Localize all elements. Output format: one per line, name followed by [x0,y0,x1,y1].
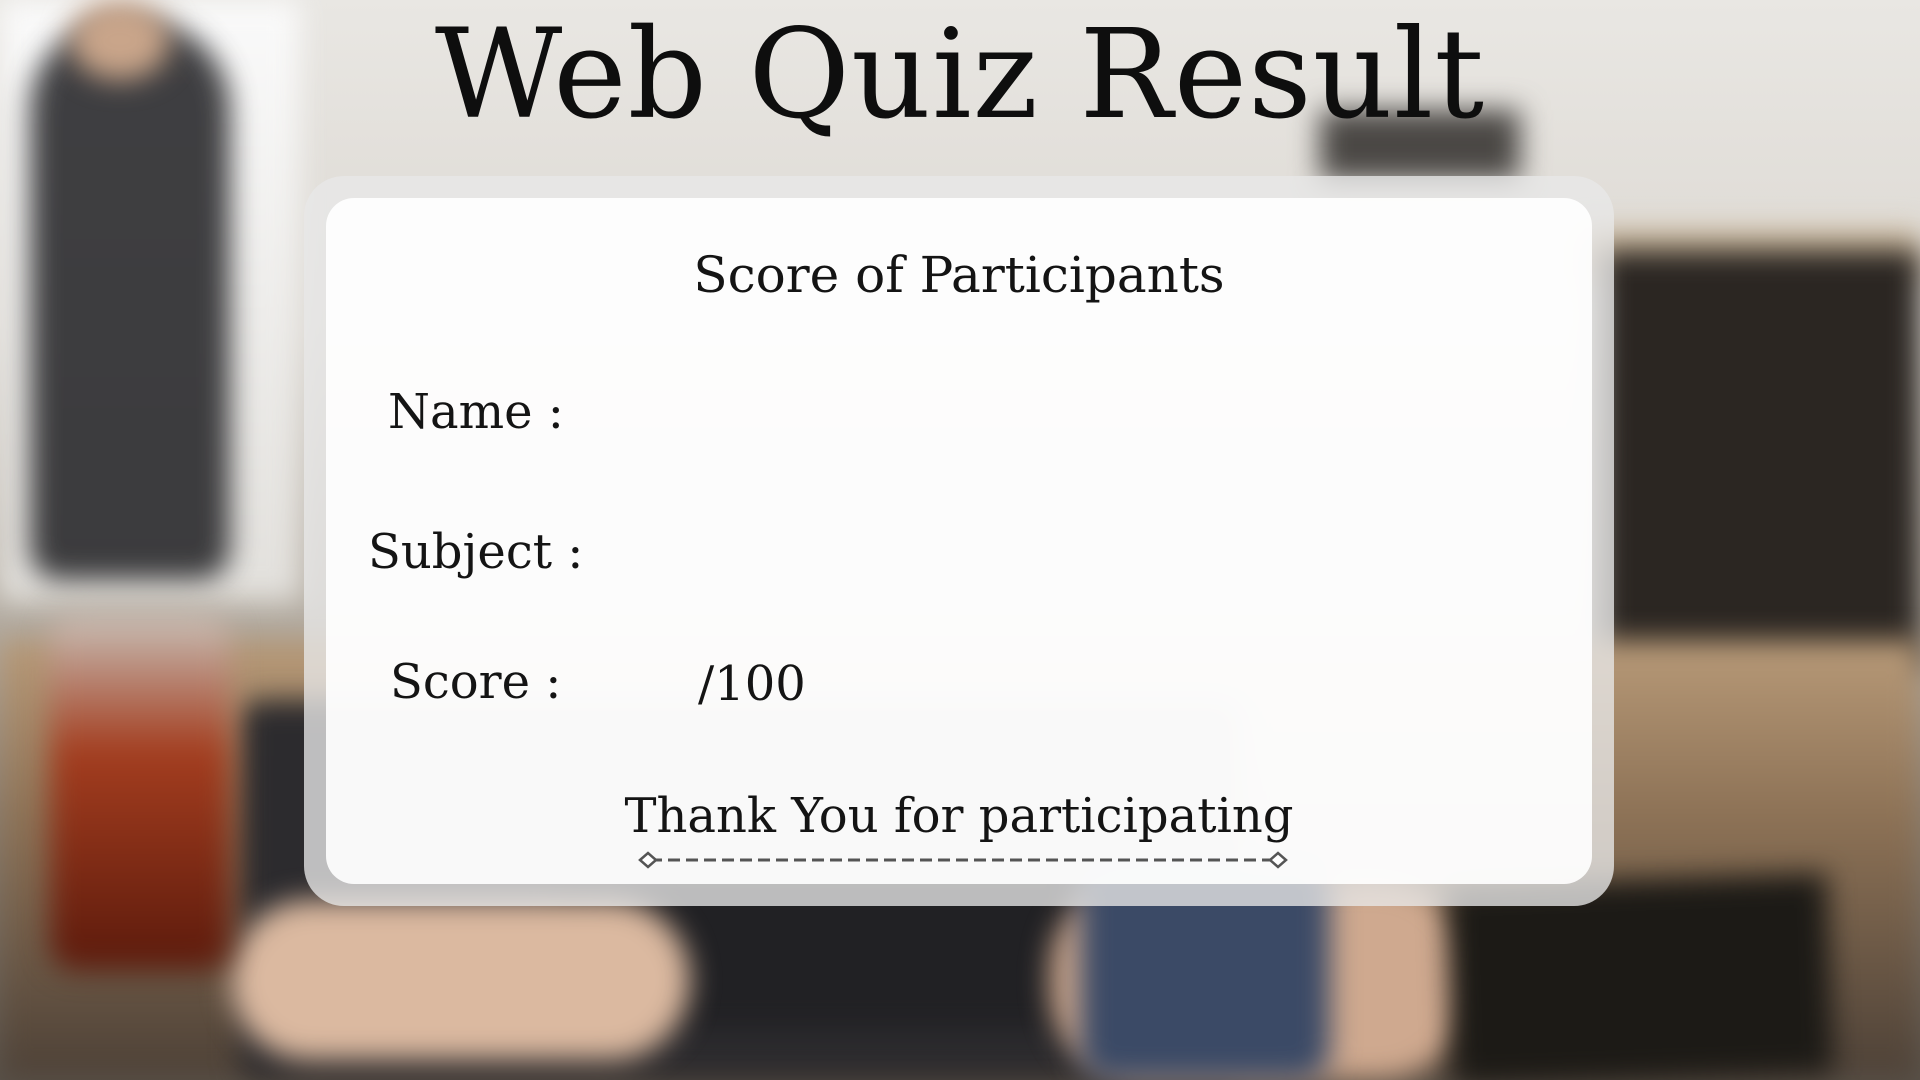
thank-you-message: Thank You for participating [624,788,1294,844]
page-title: Web Quiz Result [434,3,1486,147]
result-card-frame: Score of Participants Name : Subject : S… [304,176,1614,906]
score-max: /100 [698,656,806,712]
bg-counter [1600,250,1920,670]
divider-icon [638,851,1288,869]
result-card: Score of Participants Name : Subject : S… [326,198,1592,884]
name-field[interactable] [656,384,1460,446]
score-label: Score : [390,654,562,710]
bg-jar [50,610,230,970]
name-label: Name : [388,384,564,440]
subject-label: Subject : [368,524,584,580]
bg-hand-left [230,900,690,1060]
card-heading: Score of Participants [693,246,1225,304]
subject-field[interactable] [656,524,1460,586]
